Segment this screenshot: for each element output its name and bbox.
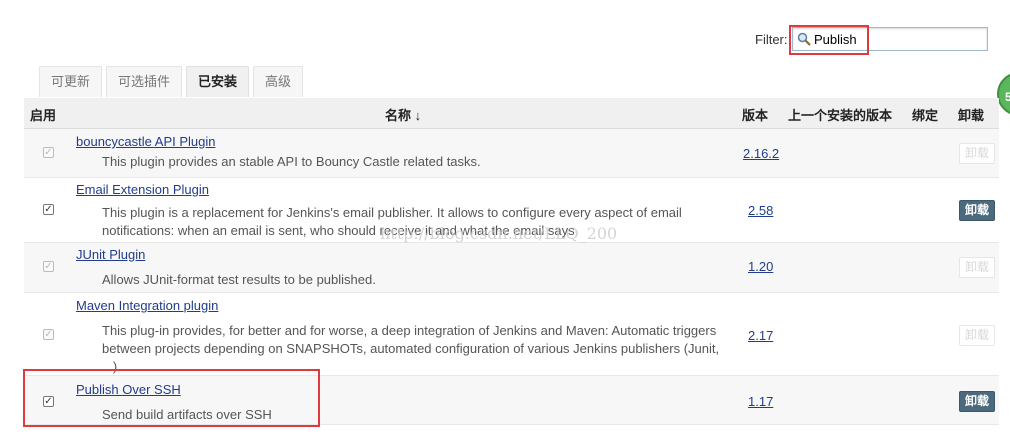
- search-icon: [797, 32, 811, 46]
- table-row: ✓ Publish Over SSH Send build artifacts …: [24, 376, 999, 425]
- uninstall-button[interactable]: 卸载: [959, 200, 995, 221]
- plugin-description: This plug-in provides, for better and fo…: [102, 323, 720, 374]
- tab-installed[interactable]: 已安装: [186, 66, 250, 97]
- table-row: ✓ bouncycastle API Plugin This plugin pr…: [24, 129, 999, 178]
- enabled-checkbox: ✓: [43, 329, 54, 340]
- col-name[interactable]: 名称 ↓: [385, 105, 421, 124]
- table-row: ✓ Maven Integration plugin This plug-in …: [24, 293, 999, 376]
- plugin-version-link[interactable]: 1.17: [748, 394, 773, 409]
- installed-plugins-table: 启用 名称 ↓ 版本 上一个安装的版本 绑定 卸载 ✓ bouncycastle…: [24, 98, 999, 425]
- filter-label: Filter:: [755, 32, 788, 47]
- tab-updates[interactable]: 可更新: [39, 66, 103, 97]
- uninstall-button: 卸载: [959, 257, 995, 278]
- watermark-text: http://blog.csdn.net/LLQ_200: [380, 224, 618, 243]
- table-header: 启用 名称 ↓ 版本 上一个安装的版本 绑定 卸载: [24, 98, 999, 129]
- tab-advanced[interactable]: 高级: [253, 66, 304, 97]
- plugin-name-link[interactable]: Email Extension Plugin: [76, 182, 209, 197]
- plugin-description: This plugin provides an stable API to Bo…: [102, 154, 481, 169]
- col-previous-version[interactable]: 上一个安装的版本: [788, 105, 892, 124]
- enabled-checkbox: ✓: [43, 261, 54, 272]
- plugin-name-link[interactable]: Maven Integration plugin: [76, 298, 218, 313]
- plugin-name-link[interactable]: JUnit Plugin: [76, 247, 145, 262]
- enabled-checkbox[interactable]: ✓: [43, 396, 54, 407]
- plugin-tabs: 可更新 可选插件 已安装 高级: [39, 66, 307, 97]
- plugin-version-link[interactable]: 2.58: [748, 203, 773, 218]
- plugin-version-link[interactable]: 2.16.2: [743, 146, 779, 161]
- plugin-description: Send build artifacts over SSH: [102, 407, 272, 422]
- uninstall-button: 卸载: [959, 325, 995, 346]
- table-row: ✓ JUnit Plugin Allows JUnit-format test …: [24, 243, 999, 293]
- col-pinned[interactable]: 绑定: [912, 105, 938, 124]
- plugin-version-link[interactable]: 2.17: [748, 328, 773, 343]
- uninstall-button: 卸载: [959, 143, 995, 164]
- filter-input[interactable]: Publish: [792, 27, 988, 51]
- plugin-description: Allows JUnit-format test results to be p…: [102, 272, 376, 287]
- uninstall-button[interactable]: 卸载: [959, 391, 995, 412]
- col-uninstall[interactable]: 卸载: [958, 105, 984, 124]
- plugin-name-link[interactable]: bouncycastle API Plugin: [76, 134, 215, 149]
- filter-value: Publish: [814, 31, 857, 47]
- col-version[interactable]: 版本: [742, 105, 768, 124]
- enabled-checkbox[interactable]: ✓: [43, 204, 54, 215]
- plugin-name-link[interactable]: Publish Over SSH: [76, 382, 181, 397]
- tab-available[interactable]: 可选插件: [106, 66, 183, 97]
- col-enabled[interactable]: 启用: [30, 105, 56, 124]
- plugin-version-link[interactable]: 1.20: [748, 259, 773, 274]
- enabled-checkbox: ✓: [43, 147, 54, 158]
